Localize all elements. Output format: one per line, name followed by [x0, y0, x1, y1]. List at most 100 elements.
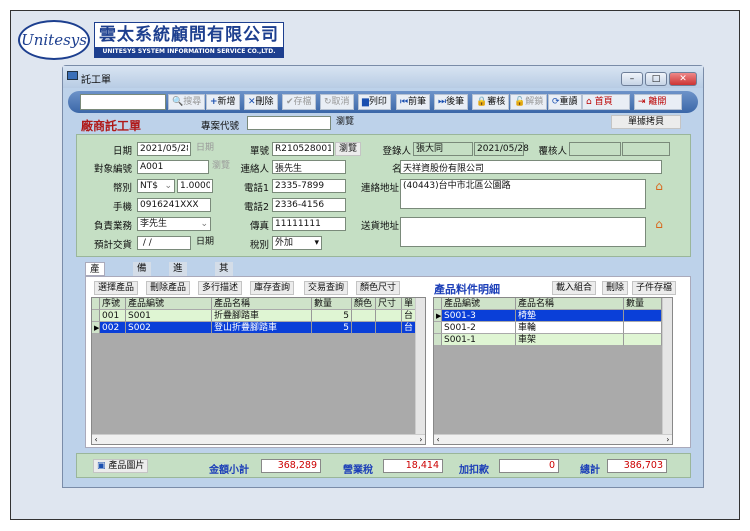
unlock-button[interactable]: 🔓解鎖 — [510, 94, 548, 110]
print-button[interactable]: ▆列印 — [358, 94, 391, 110]
delete-part-button[interactable]: 刪除 — [602, 281, 629, 295]
vertical-scrollbar[interactable] — [662, 298, 672, 434]
new-button[interactable]: +新增 — [206, 94, 240, 110]
cell-color — [352, 322, 376, 334]
stock-query-button[interactable]: 庫存查詢 — [250, 281, 295, 295]
date-label: 日期 — [112, 146, 132, 157]
phone2-input[interactable] — [272, 198, 346, 212]
registrar-date: 2021/05/28 — [474, 142, 529, 156]
adjust-label: 加扣款 — [459, 465, 489, 476]
cell-name: 椅墊 — [516, 310, 624, 322]
search-input[interactable] — [80, 94, 166, 110]
doc-no-input[interactable] — [272, 142, 334, 156]
horizontal-scrollbar[interactable]: ‹ › — [434, 434, 672, 444]
delivery-input[interactable] — [137, 236, 191, 250]
address-input[interactable]: (40443)台中市北區公園路 — [400, 179, 646, 209]
close-button[interactable]: ✕ — [669, 72, 697, 86]
exit-button[interactable]: ⇥ 離開 — [634, 94, 682, 110]
project-browse-button[interactable]: 瀏覽 — [333, 116, 357, 130]
current-row-arrow-icon: ▶ — [92, 322, 100, 334]
window-title: 託工單 — [81, 75, 111, 86]
home-address-icon[interactable]: ⌂ — [652, 179, 666, 193]
load-combo-button[interactable]: 載入組合 — [552, 281, 597, 295]
search-button[interactable]: 🔍搜尋 — [168, 94, 206, 110]
col-name[interactable]: 產品名稱 — [212, 298, 312, 310]
col-color[interactable]: 顏色 — [352, 298, 376, 310]
save-parts-button[interactable]: 子件存檔 — [632, 281, 677, 295]
color-size-button[interactable]: 顏色尺寸 — [356, 281, 401, 295]
tax-type-select[interactable]: 外加 ▾ — [272, 236, 322, 250]
next-button[interactable]: ⏭後筆 — [434, 94, 469, 110]
name-input[interactable] — [400, 160, 662, 174]
cancel-button[interactable]: ↻取消 — [320, 94, 354, 110]
date-picker-button[interactable]: 日期 — [193, 142, 217, 156]
doc-no-label: 單號 — [249, 146, 269, 157]
sales-select[interactable]: 李先生 ⌄ — [137, 217, 211, 231]
home-button[interactable]: ⌂ 首頁 — [582, 94, 630, 110]
partner-input[interactable] — [137, 160, 209, 174]
table-row[interactable]: ▶ 002 S002 登山折疊腳踏車 5 台 — [92, 322, 417, 334]
refresh-icon: ⟳ — [552, 97, 560, 107]
save-button[interactable]: ✔存檔 — [282, 94, 316, 110]
totals-bar: ▣ 產品圖片 金額小計 368,289 營業稅 18,414 加扣款 0 總計 … — [76, 453, 691, 478]
cell-code: S001-1 — [442, 334, 516, 346]
rate-input[interactable] — [177, 179, 213, 193]
table-row[interactable]: 001 S001 折疊腳踏車 5 台 — [92, 310, 417, 322]
mobile-input[interactable] — [137, 198, 211, 212]
col-qty[interactable]: 數量 — [624, 298, 662, 310]
tax-type-value: 外加 — [275, 238, 294, 248]
ship-address-input[interactable] — [400, 217, 646, 247]
phone2-label: 電話2 — [243, 202, 269, 213]
delete-product-button[interactable]: 刪除產品 — [146, 281, 191, 295]
delivery-date-button[interactable]: 日期 — [193, 236, 217, 250]
partner-label: 對象編號 — [93, 164, 132, 175]
col-code[interactable]: 產品編號 — [442, 298, 516, 310]
trade-query-button[interactable]: 交易查詢 — [304, 281, 349, 295]
phone1-input[interactable] — [272, 179, 346, 193]
col-code[interactable]: 產品編號 — [126, 298, 212, 310]
maximize-button[interactable]: □ — [645, 72, 667, 86]
currency-select[interactable]: NT$ ⌄ — [137, 179, 175, 193]
product-image-button[interactable]: ▣ 產品圖片 — [93, 459, 149, 473]
fax-input[interactable] — [272, 217, 346, 231]
contact-input[interactable] — [272, 160, 346, 174]
row-indicator — [92, 310, 100, 322]
row-indicator — [434, 334, 442, 346]
x-icon: ✕ — [248, 97, 256, 107]
header-form: 日期 日期 單號 瀏覽 登錄人 張大同 2021/05/28 覆核人 對象編號 … — [76, 134, 691, 257]
tab-other[interactable]: 其他 — [215, 262, 233, 288]
delete-button[interactable]: ✕刪除 — [244, 94, 278, 110]
doc-browse-button[interactable]: 瀏覽 — [335, 142, 362, 156]
cell-qty: 5 — [312, 310, 352, 322]
tab-notes[interactable]: 備註 — [133, 262, 151, 288]
select-product-button[interactable]: 選擇產品 — [94, 281, 139, 295]
vertical-scrollbar[interactable] — [415, 298, 425, 434]
col-seq[interactable]: 序號 — [100, 298, 126, 310]
cell-qty — [624, 310, 662, 322]
tab-progress[interactable]: 進度查詢 — [169, 262, 187, 316]
col-qty[interactable]: 數量 — [312, 298, 352, 310]
col-size[interactable]: 尺寸 — [376, 298, 402, 310]
table-row[interactable]: ▶ S001-3 椅墊 — [434, 310, 662, 322]
cell-name: 登山折疊腳踏車 — [212, 322, 312, 334]
page-title: 廠商託工單 — [81, 119, 142, 133]
reload-button[interactable]: ⟳重讀 — [548, 94, 582, 110]
cell-code: S001 — [126, 310, 212, 322]
tab-product-detail[interactable]: 產品明細 — [85, 262, 105, 317]
date-input[interactable] — [137, 142, 191, 156]
copy-document-button[interactable]: 單據拷貝 — [611, 115, 681, 129]
sales-value: 李先生 — [140, 219, 168, 229]
currency-value: NT$ — [140, 181, 158, 191]
reviewer-value — [569, 142, 621, 156]
minimize-button[interactable]: – — [621, 72, 643, 86]
audit-button[interactable]: 🔒審核 — [472, 94, 510, 110]
table-row[interactable]: S001-2 車輪 — [434, 322, 662, 334]
project-input[interactable] — [247, 116, 331, 130]
prev-button[interactable]: ⏮前筆 — [396, 94, 431, 110]
table-row[interactable]: S001-1 車架 — [434, 334, 662, 346]
multiline-desc-button[interactable]: 多行描述 — [198, 281, 243, 295]
horizontal-scrollbar[interactable]: ‹ › — [92, 434, 425, 444]
product-detail-panel: 選擇產品 刪除產品 多行描述 庫存查詢 交易查詢 顏色尺寸 序號 產品編號 產品… — [85, 276, 691, 448]
col-name[interactable]: 產品名稱 — [516, 298, 624, 310]
home-address-icon[interactable]: ⌂ — [652, 217, 666, 231]
